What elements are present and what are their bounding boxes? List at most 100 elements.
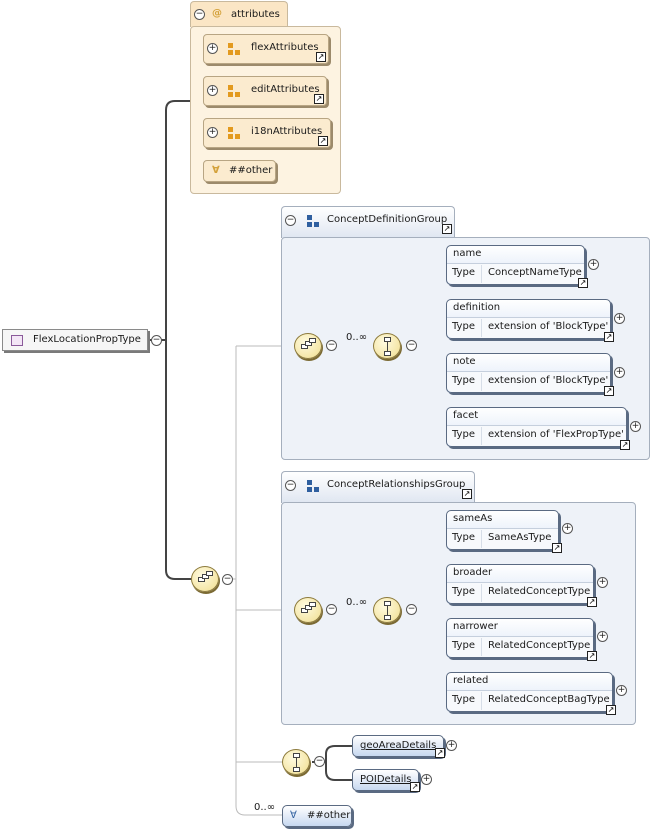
- collapse-icon[interactable]: −: [326, 604, 337, 615]
- any-element-other[interactable]: ∀ ##other: [282, 805, 352, 827]
- any-icon: ∀: [290, 810, 297, 821]
- element-name-label: name: [453, 248, 482, 259]
- collapse-icon[interactable]: −: [285, 215, 296, 226]
- reference-arrow-icon[interactable]: ↗: [314, 94, 324, 104]
- root-label: FlexLocationPropType: [33, 334, 141, 345]
- any-attribute-label: ##other: [229, 165, 273, 176]
- attribute-group-label: editAttributes: [251, 84, 320, 95]
- type-caption: Type: [452, 321, 475, 332]
- collapse-icon[interactable]: −: [194, 9, 205, 20]
- type-value: extension of 'BlockType': [488, 375, 609, 386]
- expand-icon[interactable]: +: [446, 740, 457, 751]
- expand-icon[interactable]: +: [421, 774, 432, 785]
- attributes-tab-label: attributes: [231, 9, 280, 20]
- collapse-icon[interactable]: −: [151, 335, 162, 346]
- element-sameas[interactable]: sameAs Type SameAsType ↗: [446, 510, 562, 553]
- type-value: extension of 'FlexPropType': [488, 429, 624, 440]
- reference-arrow-icon[interactable]: ↗: [410, 782, 420, 792]
- element-broader[interactable]: broader Type RelatedConceptType ↗: [446, 564, 597, 607]
- reference-arrow-icon[interactable]: ↗: [587, 597, 597, 607]
- expand-icon[interactable]: +: [630, 421, 641, 432]
- group-tab-label: ConceptRelationshipsGroup: [327, 479, 466, 490]
- attribute-group-icon: [228, 43, 233, 48]
- type-value: RelatedConceptType: [488, 586, 591, 597]
- sequence-compositor-icon[interactable]: [191, 566, 219, 592]
- element-name-label: sameAs: [453, 513, 493, 524]
- element-geoareadetails[interactable]: geoAreaDetails ↗: [352, 735, 445, 758]
- sequence-compositor-icon[interactable]: [373, 597, 401, 623]
- expand-icon[interactable]: +: [207, 85, 218, 96]
- seq-spine: [235, 346, 282, 816]
- concept-definition-group-tab[interactable]: − ConceptDefinitionGroup ↗: [281, 206, 455, 238]
- expand-icon[interactable]: +: [207, 127, 218, 138]
- element-name-label: facet: [453, 410, 479, 421]
- attribute-group-flexattributes[interactable]: + flexAttributes ↗: [203, 34, 329, 64]
- element-name-label: definition: [453, 302, 501, 313]
- reference-arrow-icon[interactable]: ↗: [462, 489, 472, 499]
- attribute-group-label: flexAttributes: [251, 42, 319, 53]
- reference-arrow-icon[interactable]: ↗: [316, 52, 326, 62]
- collapse-icon[interactable]: −: [285, 480, 296, 491]
- reference-arrow-icon[interactable]: ↗: [604, 386, 614, 396]
- collapse-icon[interactable]: −: [406, 604, 417, 615]
- type-value: RelatedConceptBagType: [488, 694, 610, 705]
- any-element-label: ##other: [307, 810, 351, 821]
- collapse-icon[interactable]: −: [406, 340, 417, 351]
- attribute-group-icon: [228, 127, 233, 132]
- element-name-label: note: [453, 356, 476, 367]
- type-caption: Type: [452, 375, 475, 386]
- attributes-connector: [165, 100, 190, 340]
- occurrence-label: 0..∞: [346, 332, 368, 343]
- expand-icon[interactable]: +: [597, 631, 608, 642]
- reference-arrow-icon[interactable]: ↗: [435, 748, 445, 758]
- concept-relationships-group-tab[interactable]: − ConceptRelationshipsGroup ↗: [281, 471, 475, 503]
- sequence-connector: [165, 340, 192, 580]
- reference-arrow-icon[interactable]: ↗: [442, 224, 452, 234]
- element-facet[interactable]: facet Type extension of 'FlexPropType' ↗: [446, 407, 630, 450]
- element-narrower[interactable]: narrower Type RelatedConceptType ↗: [446, 618, 597, 661]
- element-note[interactable]: note Type extension of 'BlockType' ↗: [446, 353, 614, 396]
- expand-icon[interactable]: +: [207, 43, 218, 54]
- attribute-group-editattributes[interactable]: + editAttributes ↗: [203, 76, 327, 106]
- element-name[interactable]: name Type ConceptNameType ↗: [446, 245, 588, 288]
- element-name-label: broader: [453, 567, 493, 578]
- collapse-icon[interactable]: −: [314, 756, 325, 767]
- reference-arrow-icon[interactable]: ↗: [578, 278, 588, 288]
- attribute-group-i18nattributes[interactable]: + i18nAttributes ↗: [203, 118, 331, 148]
- reference-arrow-icon[interactable]: ↗: [606, 705, 616, 715]
- any-icon: ∀: [212, 165, 220, 176]
- reference-arrow-icon[interactable]: ↗: [318, 136, 328, 146]
- type-value: SameAsType: [488, 532, 552, 543]
- collapse-icon[interactable]: −: [326, 340, 337, 351]
- sequence-compositor-icon[interactable]: [373, 333, 401, 359]
- expand-icon[interactable]: +: [614, 367, 625, 378]
- element-definition[interactable]: definition Type extension of 'BlockType' …: [446, 299, 614, 342]
- root-type-box[interactable]: FlexLocationPropType: [2, 329, 148, 351]
- expand-icon[interactable]: +: [588, 259, 599, 270]
- element-related[interactable]: related Type RelatedConceptBagType ↗: [446, 672, 616, 715]
- model-group-icon: [307, 215, 312, 220]
- sequence-compositor-icon[interactable]: [294, 597, 322, 623]
- expand-icon[interactable]: +: [562, 523, 573, 534]
- attributes-tab[interactable]: − @ attributes: [190, 1, 288, 27]
- sequence-compositor-icon[interactable]: [294, 333, 322, 359]
- reference-arrow-icon[interactable]: ↗: [552, 543, 562, 553]
- reference-arrow-icon[interactable]: ↗: [604, 332, 614, 342]
- reference-arrow-icon[interactable]: ↗: [587, 651, 597, 661]
- expand-icon[interactable]: +: [597, 577, 608, 588]
- element-name-label: related: [453, 675, 489, 686]
- occurrence-label: 0..∞: [254, 802, 276, 813]
- type-caption: Type: [452, 429, 475, 440]
- element-ref-label: POIDetails: [360, 774, 412, 785]
- reference-arrow-icon[interactable]: ↗: [620, 440, 630, 450]
- choice-branches: [325, 745, 352, 781]
- expand-icon[interactable]: +: [614, 313, 625, 324]
- element-ref-label: geoAreaDetails: [360, 740, 437, 751]
- expand-icon[interactable]: +: [616, 685, 627, 696]
- collapse-icon[interactable]: −: [222, 574, 233, 585]
- choice-compositor-icon[interactable]: [282, 749, 310, 775]
- any-attribute-other[interactable]: ∀ ##other: [203, 160, 276, 182]
- attribute-group-label: i18nAttributes: [251, 126, 323, 137]
- type-caption: Type: [452, 267, 475, 278]
- element-poidetails[interactable]: POIDetails ↗: [352, 769, 420, 792]
